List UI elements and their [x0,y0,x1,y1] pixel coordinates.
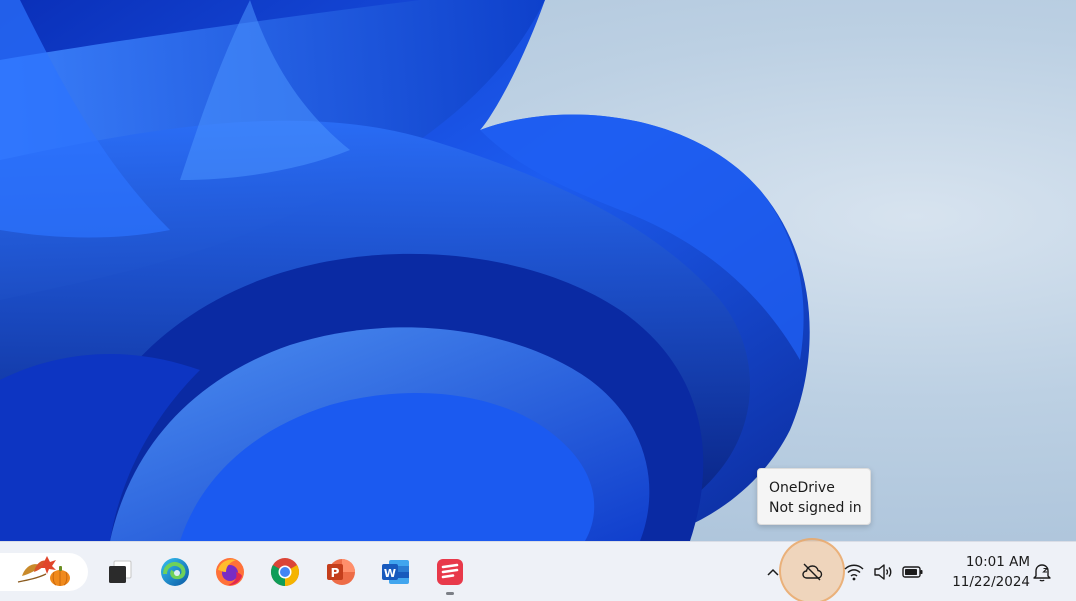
wifi-icon [844,564,864,581]
taskbar-red-app[interactable] [430,552,470,592]
powerpoint-icon: P [327,559,355,585]
notification-bell-icon [1033,564,1051,582]
running-indicator [446,592,454,595]
edge-icon [161,558,189,586]
taskbar-powerpoint[interactable]: P [320,552,360,592]
powerpoint-letter: P [331,566,340,580]
firefox-icon [216,558,244,586]
word-letter: W [384,567,396,580]
desktop-wallpaper [0,0,1076,541]
cloud-off-icon [802,563,823,581]
clock-date: 11/22/2024 [952,574,1030,590]
tooltip-title: OneDrive [769,480,835,496]
clock-button[interactable]: 10:01 AM 11/22/2024 [934,552,1030,592]
task-view-icon [109,560,132,583]
word-icon: W [382,560,409,584]
notification-center-button[interactable] [1028,558,1056,586]
taskbar-firefox[interactable] [210,552,250,592]
battery-button[interactable] [899,558,927,586]
chrome-icon [271,558,299,586]
onedrive-tray-button[interactable] [798,558,826,586]
taskbar-word[interactable]: W [375,552,415,592]
taskbar-edge[interactable] [155,552,195,592]
widgets-button[interactable] [0,553,88,591]
volume-icon [874,564,892,580]
volume-button[interactable] [869,558,897,586]
taskbar: P W 10:01 AM 11/22/2024 [0,538,1076,601]
clock-time: 10:01 AM [965,554,1030,570]
network-button[interactable] [840,558,868,586]
bloom-wallpaper-art [0,0,810,541]
onedrive-tooltip: OneDrive Not signed in [757,468,871,525]
tooltip-status: Not signed in [769,500,862,516]
taskbar-chrome[interactable] [265,552,305,592]
taskbar-task-view[interactable] [100,552,140,592]
battery-icon [902,566,923,578]
autumn-leaves-pumpkin-icon [17,556,70,586]
red-app-icon [437,559,463,585]
